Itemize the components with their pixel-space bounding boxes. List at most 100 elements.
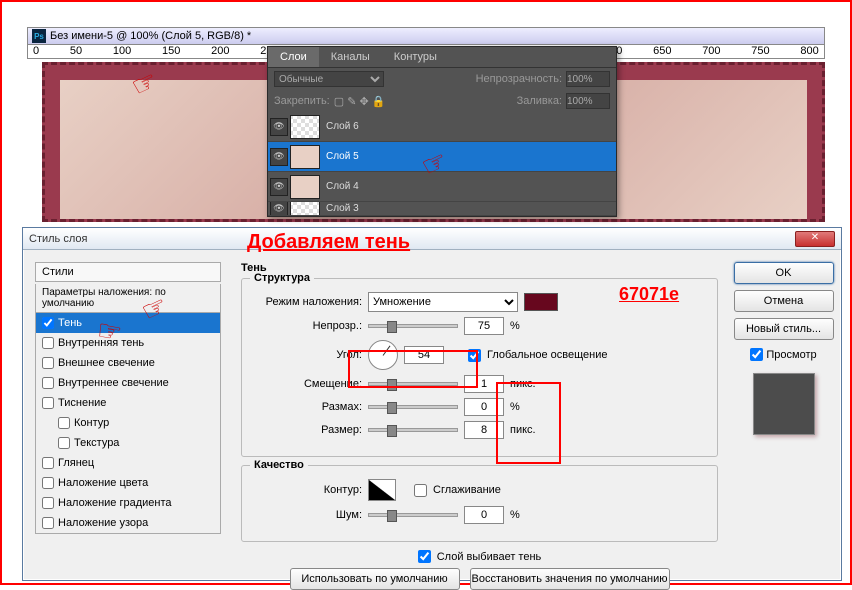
opacity-slider[interactable]: [368, 324, 458, 328]
checkbox[interactable]: [42, 397, 54, 409]
knockout-label: Слой выбивает тень: [437, 551, 542, 563]
opacity-input[interactable]: [464, 317, 504, 335]
visibility-icon[interactable]: 👁: [270, 178, 288, 196]
layer-row[interactable]: 👁 Слой 5: [268, 142, 616, 172]
contour-picker[interactable]: [368, 479, 396, 501]
px-label: пикс.: [510, 424, 536, 436]
antialias-label: Сглаживание: [433, 484, 501, 496]
antialias-checkbox[interactable]: [414, 484, 427, 497]
checkbox[interactable]: [42, 337, 54, 349]
new-style-button[interactable]: Новый стиль...: [734, 318, 834, 340]
angle-label: Угол:: [252, 349, 362, 361]
spread-slider[interactable]: [368, 405, 458, 409]
close-icon[interactable]: ✕: [795, 231, 835, 247]
percent-label: %: [510, 401, 520, 413]
style-inner-glow[interactable]: Внутреннее свечение: [36, 373, 220, 393]
tab-layers[interactable]: Слои: [268, 47, 319, 67]
style-color-overlay[interactable]: Наложение цвета: [36, 473, 220, 493]
lock-label: Закрепить:: [274, 95, 330, 107]
preview-checkbox[interactable]: [750, 348, 763, 361]
document-tab[interactable]: Ps Без имени-5 @ 100% (Слой 5, RGB/8) *: [27, 27, 825, 45]
opacity-label: Непрозр.:: [252, 320, 362, 332]
opacity-input[interactable]: [566, 71, 610, 87]
reset-default-button[interactable]: Восстановить значения по умолчанию: [470, 568, 670, 590]
fill-label: Заливка:: [517, 95, 562, 107]
annotation-add-shadow: Добавляем тень: [247, 231, 410, 254]
shadow-color-swatch[interactable]: [524, 293, 558, 311]
contour-label: Контур:: [252, 484, 362, 496]
layer-thumb: [290, 145, 320, 169]
preview-swatch: [753, 373, 815, 435]
style-drop-shadow[interactable]: Тень: [36, 313, 220, 333]
tab-paths[interactable]: Контуры: [382, 47, 449, 67]
layer-thumb: [290, 202, 320, 216]
layer-name: Слой 6: [326, 121, 359, 132]
checkbox[interactable]: [42, 477, 54, 489]
style-gradient-overlay[interactable]: Наложение градиента: [36, 493, 220, 513]
spread-input[interactable]: [464, 398, 504, 416]
make-default-button[interactable]: Использовать по умолчанию: [290, 568, 460, 590]
visibility-icon[interactable]: 👁: [270, 118, 288, 136]
layers-panel[interactable]: Слои Каналы Контуры Обычные Непрозрачнос…: [267, 46, 617, 217]
ok-button[interactable]: OK: [734, 262, 834, 284]
sidebar-blending-options[interactable]: Параметры наложения: по умолчанию: [35, 284, 221, 313]
percent-label: %: [510, 509, 520, 521]
lock-icons[interactable]: ▢ ✎ ✥ 🔒: [334, 95, 386, 108]
cancel-button[interactable]: Отмена: [734, 290, 834, 312]
angle-input[interactable]: [404, 346, 444, 364]
checkbox[interactable]: [42, 357, 54, 369]
checkbox[interactable]: [42, 317, 54, 329]
sidebar-header-styles[interactable]: Стили: [35, 262, 221, 282]
layer-row[interactable]: 👁 Слой 6: [268, 112, 616, 142]
layer-thumb: [290, 115, 320, 139]
distance-input[interactable]: [464, 375, 504, 393]
style-texture[interactable]: Текстура: [36, 433, 220, 453]
global-light-checkbox[interactable]: [468, 349, 481, 362]
style-inner-shadow[interactable]: Внутренняя тень: [36, 333, 220, 353]
quality-fieldset: Качество Контур: Сглаживание Шум: %: [241, 465, 718, 542]
style-bevel[interactable]: Тиснение: [36, 393, 220, 413]
checkbox[interactable]: [58, 417, 70, 429]
noise-label: Шум:: [252, 509, 362, 521]
style-outer-glow[interactable]: Внешнее свечение: [36, 353, 220, 373]
visibility-icon[interactable]: 👁: [270, 148, 288, 166]
size-slider[interactable]: [368, 428, 458, 432]
dialog-right-buttons: OK Отмена Новый стиль... Просмотр: [726, 250, 841, 580]
distance-slider[interactable]: [368, 382, 458, 386]
layer-name: Слой 5: [326, 151, 359, 162]
layer-style-dialog: Стиль слоя ✕ Стили Параметры наложения: …: [22, 227, 842, 581]
dialog-title-text: Стиль слоя: [29, 233, 87, 245]
fill-input[interactable]: [566, 93, 610, 109]
style-pattern-overlay[interactable]: Наложение узора: [36, 513, 220, 533]
blend-mode-label: Режим наложения:: [252, 296, 362, 308]
noise-input[interactable]: [464, 506, 504, 524]
layer-name: Слой 3: [326, 203, 359, 214]
checkbox[interactable]: [42, 497, 54, 509]
noise-slider[interactable]: [368, 513, 458, 517]
size-input[interactable]: [464, 421, 504, 439]
knockout-checkbox[interactable]: [418, 550, 431, 563]
angle-dial[interactable]: [368, 340, 398, 370]
annotation-color-code: 67071e: [619, 284, 679, 305]
checkbox[interactable]: [42, 457, 54, 469]
dialog-titlebar[interactable]: Стиль слоя ✕: [23, 228, 841, 250]
checkbox[interactable]: [42, 517, 54, 529]
doc-title-text: Без имени-5 @ 100% (Слой 5, RGB/8) *: [50, 30, 251, 42]
fieldset-title: Структура: [250, 272, 314, 284]
preview-toggle[interactable]: Просмотр: [750, 348, 816, 361]
spread-label: Размах:: [252, 401, 362, 413]
style-contour[interactable]: Контур: [36, 413, 220, 433]
tab-channels[interactable]: Каналы: [319, 47, 382, 67]
layer-row[interactable]: 👁 Слой 4: [268, 172, 616, 202]
checkbox[interactable]: [42, 377, 54, 389]
px-label: пикс.: [510, 378, 536, 390]
percent-label: %: [510, 320, 520, 332]
size-label: Размер:: [252, 424, 362, 436]
layer-row[interactable]: 👁 Слой 3: [268, 202, 616, 216]
checkbox[interactable]: [58, 437, 70, 449]
style-satin[interactable]: Глянец: [36, 453, 220, 473]
blend-mode-select[interactable]: Обычные: [274, 71, 384, 87]
ps-icon: Ps: [32, 29, 46, 43]
visibility-icon[interactable]: 👁: [270, 202, 288, 216]
blend-mode-select[interactable]: Умножение: [368, 292, 518, 312]
